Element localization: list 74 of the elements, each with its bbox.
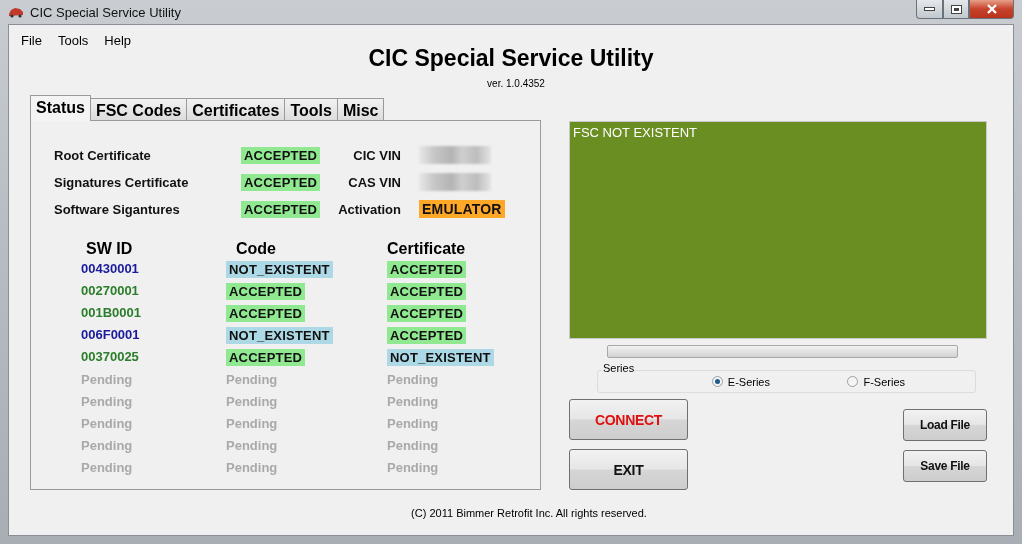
pending-status: Pending: [387, 371, 439, 388]
status-badge: EMULATOR: [419, 200, 505, 218]
car-icon: [8, 6, 24, 18]
tab[interactable]: Misc: [336, 98, 385, 121]
status-badge: ACCEPTED: [241, 146, 321, 164]
status-badge: NOT_EXISTENT: [226, 327, 333, 344]
pending-status: Pending: [81, 437, 133, 454]
status-badge: ACCEPTED: [226, 283, 306, 300]
status-badge: ACCEPTED: [226, 349, 306, 366]
minimize-icon: [924, 7, 935, 11]
maximize-icon: [950, 4, 962, 14]
window-title: CIC Special Service Utility: [30, 4, 181, 20]
field-label: CIC VIN: [352, 147, 402, 163]
sw-id: 00270001: [81, 283, 139, 300]
pending-status: Pending: [387, 393, 439, 410]
sw-id: 006F0001: [81, 327, 140, 344]
status-badge: ACCEPTED: [387, 283, 467, 300]
sw-id: 00370025: [81, 349, 139, 366]
tab[interactable]: Tools: [284, 98, 338, 121]
radio-button[interactable]: [711, 376, 723, 387]
file-button[interactable]: Load File: [903, 409, 987, 441]
status-label: Signatures Certificate: [54, 174, 190, 190]
sw-id: 001B0001: [81, 305, 141, 322]
tab[interactable]: FSC Codes: [89, 98, 188, 121]
maximize-button[interactable]: [943, 0, 969, 19]
status-badge: ACCEPTED: [387, 261, 467, 278]
menu-item[interactable]: Help: [98, 31, 138, 51]
status-label: Root Certificate: [54, 147, 152, 163]
column-header: SW ID: [85, 240, 133, 258]
field-label: CAS VIN: [347, 174, 402, 190]
pending-status: Pending: [387, 437, 439, 454]
status-badge: ACCEPTED: [387, 305, 467, 322]
pending-status: Pending: [81, 393, 133, 410]
close-button[interactable]: [969, 0, 1014, 19]
pending-status: Pending: [226, 437, 278, 454]
pending-status: Pending: [226, 415, 278, 432]
radio-label[interactable]: F-Series: [863, 375, 905, 388]
exit-button[interactable]: EXIT: [569, 449, 688, 490]
menu-item[interactable]: File: [15, 31, 48, 51]
app-title: CIC Special Service Utility: [368, 45, 654, 72]
blurred-value: [419, 173, 491, 191]
pending-status: Pending: [226, 459, 278, 476]
status-badge: NOT_EXISTENT: [226, 261, 333, 278]
blurred-value: [419, 146, 491, 164]
status-badge: ACCEPTED: [241, 173, 321, 191]
output-log: FSC NOT EXISTENT: [569, 121, 987, 339]
tab[interactable]: Status: [30, 95, 91, 121]
radio-label[interactable]: E-Series: [727, 375, 770, 388]
status-badge: ACCEPTED: [387, 327, 467, 344]
menu-item[interactable]: Tools: [51, 31, 95, 51]
pending-status: Pending: [81, 371, 133, 388]
radio-button[interactable]: [847, 376, 859, 387]
column-header: Certificate: [387, 240, 466, 258]
status-badge: NOT_EXISTENT: [387, 349, 494, 366]
status-badge: ACCEPTED: [241, 200, 321, 218]
version-label: ver. 1.0.4352: [487, 78, 545, 89]
copyright-text: (C) 2011 Bimmer Retrofit Inc. All rights reserved.: [410, 507, 648, 519]
column-header: Code: [235, 240, 276, 258]
minimize-button[interactable]: [916, 0, 943, 19]
status-badge: ACCEPTED: [226, 305, 306, 322]
pending-status: Pending: [226, 393, 278, 410]
file-button[interactable]: Save File: [903, 450, 987, 482]
pending-status: Pending: [81, 415, 133, 432]
connect-button[interactable]: CONNECT: [569, 399, 688, 440]
close-icon: [985, 4, 998, 14]
pending-status: Pending: [387, 459, 439, 476]
pending-status: Pending: [387, 415, 439, 432]
pending-status: Pending: [226, 371, 278, 388]
group-label: Series: [602, 362, 636, 374]
tab[interactable]: Certificates: [186, 98, 286, 121]
status-label: Software Sigantures: [54, 201, 181, 217]
sw-id: 00430001: [81, 261, 139, 278]
field-label: Activation: [337, 201, 402, 217]
pending-status: Pending: [81, 459, 133, 476]
